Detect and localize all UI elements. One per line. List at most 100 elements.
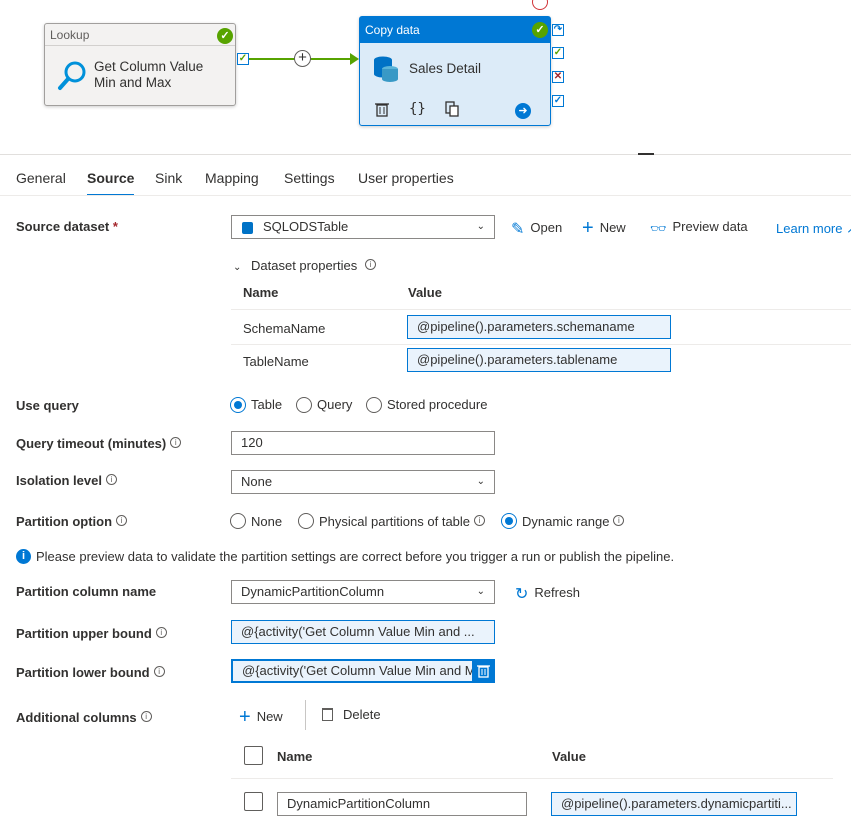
clear-trash-icon[interactable] xyxy=(472,659,495,683)
schema-name-value-input[interactable]: @pipeline().parameters.schemaname xyxy=(407,315,671,339)
radio-table-label: Table xyxy=(251,397,283,412)
go-arrow-icon[interactable]: ➜ xyxy=(515,103,531,119)
use-query-label: Use query xyxy=(16,398,79,413)
query-timeout-label: Query timeout (minutes) i xyxy=(16,436,182,451)
additional-columns-label: Additional columns i xyxy=(16,710,152,725)
tab-settings[interactable]: Settings xyxy=(284,170,335,190)
chevron-down-icon: ⌄ xyxy=(476,586,485,597)
pencil-icon: ✎ xyxy=(511,221,525,238)
toolbar-separator xyxy=(305,700,306,730)
delete-column-button[interactable]: Delete xyxy=(322,707,381,722)
table-name-value-input[interactable]: @pipeline().parameters.tablename xyxy=(407,348,671,372)
copy-failure-port[interactable]: ✕ xyxy=(552,71,564,83)
lookup-name-line2: Min and Max xyxy=(94,75,172,90)
tab-source[interactable]: Source xyxy=(87,170,135,196)
partition-upper-bound-input[interactable]: @{activity('Get Column Value Min and ... xyxy=(231,620,495,644)
isolation-level-label: Isolation level i xyxy=(16,473,117,488)
tab-sink[interactable]: Sink xyxy=(155,170,182,190)
dataset-props-name-header: Name xyxy=(243,285,279,300)
radio-partition-none-label: None xyxy=(251,514,283,529)
select-all-checkbox[interactable] xyxy=(244,746,263,765)
dataset-props-value-header: Value xyxy=(408,285,442,300)
source-dataset-select[interactable]: SQLODSTable ⌄ xyxy=(231,215,495,239)
info-icon: i xyxy=(153,666,165,677)
info-icon: i xyxy=(474,515,486,526)
info-icon: i xyxy=(140,711,152,722)
dataset-prop-name: TableName xyxy=(243,354,309,369)
delete-trash-icon[interactable] xyxy=(375,101,389,117)
radio-table[interactable] xyxy=(230,397,246,413)
radio-query[interactable] xyxy=(296,397,312,413)
divider xyxy=(231,309,851,310)
query-timeout-input[interactable]: 120 xyxy=(231,431,495,455)
lookup-success-port[interactable]: ✓ xyxy=(237,53,249,65)
dataset-properties-toggle[interactable]: ⌄ Dataset properties i xyxy=(233,258,376,273)
open-button[interactable]: ✎ Open xyxy=(511,219,562,239)
info-filled-icon: i xyxy=(16,549,31,564)
info-icon: i xyxy=(613,515,625,526)
plus-icon: + xyxy=(239,706,251,728)
additional-cols-value-header: Value xyxy=(552,749,586,764)
partition-lower-bound-label: Partition lower bound i xyxy=(16,665,165,680)
source-dataset-label: Source dataset * xyxy=(16,219,118,234)
copy-completion-port[interactable]: ✓ xyxy=(552,95,564,107)
clone-copy-icon[interactable] xyxy=(445,101,459,117)
lookup-name-line1: Get Column Value xyxy=(94,59,204,74)
info-icon: i xyxy=(116,515,128,526)
radio-stored-procedure-label: Stored procedure xyxy=(387,397,488,412)
radio-partition-none[interactable] xyxy=(230,513,246,529)
dataset-prop-name: SchemaName xyxy=(243,321,326,336)
divider xyxy=(231,778,833,779)
radio-physical-partitions-label: Physical partitions of table i xyxy=(319,514,486,529)
success-check-icon: ✓ xyxy=(217,28,233,44)
tab-user-properties[interactable]: User properties xyxy=(358,170,454,190)
partition-lower-bound-input[interactable]: @{activity('Get Column Value Min and M xyxy=(231,659,495,683)
partition-upper-bound-label: Partition upper bound i xyxy=(16,626,167,641)
row-checkbox[interactable] xyxy=(244,792,263,811)
divider xyxy=(231,344,851,345)
radio-physical-partitions[interactable] xyxy=(298,513,314,529)
chevron-down-icon: ⌄ xyxy=(476,476,485,487)
partition-column-select[interactable]: DynamicPartitionColumn ⌄ xyxy=(231,580,495,604)
info-icon: i xyxy=(364,259,376,270)
error-indicator-circle-icon xyxy=(532,0,548,10)
radio-dynamic-range[interactable] xyxy=(501,513,517,529)
code-braces-icon[interactable]: {} xyxy=(409,101,426,117)
glasses-icon: 👓︎ xyxy=(650,221,667,236)
preview-data-button[interactable]: 👓︎ Preview data xyxy=(650,219,748,237)
add-activity-plus-icon[interactable]: + xyxy=(294,50,311,67)
radio-dynamic-range-label: Dynamic range i xyxy=(522,514,625,529)
chevron-down-icon: ⌄ xyxy=(476,221,485,232)
pipeline-canvas[interactable]: Lookup ✓ Get Column Value Min and Max ✓ … xyxy=(0,0,851,155)
copy-success-port[interactable]: ✓ xyxy=(552,47,564,59)
refresh-button[interactable]: ↻ Refresh xyxy=(515,584,580,604)
lookup-node-type: Lookup xyxy=(45,24,235,46)
copy-node-type: Copy data xyxy=(360,17,550,43)
additional-col-value-input[interactable]: @pipeline().parameters.dynamicpartiti... xyxy=(551,792,797,816)
success-check-icon: ✓ xyxy=(532,22,548,38)
tab-general[interactable]: General xyxy=(16,170,66,190)
sql-table-icon xyxy=(242,222,253,234)
isolation-level-select[interactable]: None ⌄ xyxy=(231,470,495,494)
connector-arrow-icon xyxy=(350,53,359,65)
new-dataset-button[interactable]: + New xyxy=(582,217,626,240)
info-icon: i xyxy=(170,437,182,448)
copy-activity-name: Sales Detail xyxy=(409,61,482,76)
refresh-icon: ↻ xyxy=(515,586,529,603)
radio-stored-procedure[interactable] xyxy=(366,397,382,413)
partition-notice-text: Please preview data to validate the part… xyxy=(36,549,675,564)
learn-more-link[interactable]: Learn more ↗ xyxy=(776,221,851,237)
partition-option-label: Partition option i xyxy=(16,514,128,529)
additional-col-name-input[interactable]: DynamicPartitionColumn xyxy=(277,792,527,816)
partition-column-label: Partition column name xyxy=(16,584,157,599)
tabs-divider xyxy=(0,195,851,196)
copy-skip-port[interactable]: ↷ xyxy=(552,24,564,36)
add-column-new-button[interactable]: + New xyxy=(239,706,283,729)
copy-activity-node[interactable]: Copy data ✓ Sales Detail {} ➜ xyxy=(359,16,551,126)
plus-icon: + xyxy=(582,217,594,239)
panel-resize-handle[interactable] xyxy=(638,153,654,155)
info-icon: i xyxy=(155,627,167,638)
lookup-activity-node[interactable]: Lookup ✓ Get Column Value Min and Max xyxy=(44,23,236,106)
search-icon xyxy=(58,61,86,90)
tab-mapping[interactable]: Mapping xyxy=(205,170,259,190)
